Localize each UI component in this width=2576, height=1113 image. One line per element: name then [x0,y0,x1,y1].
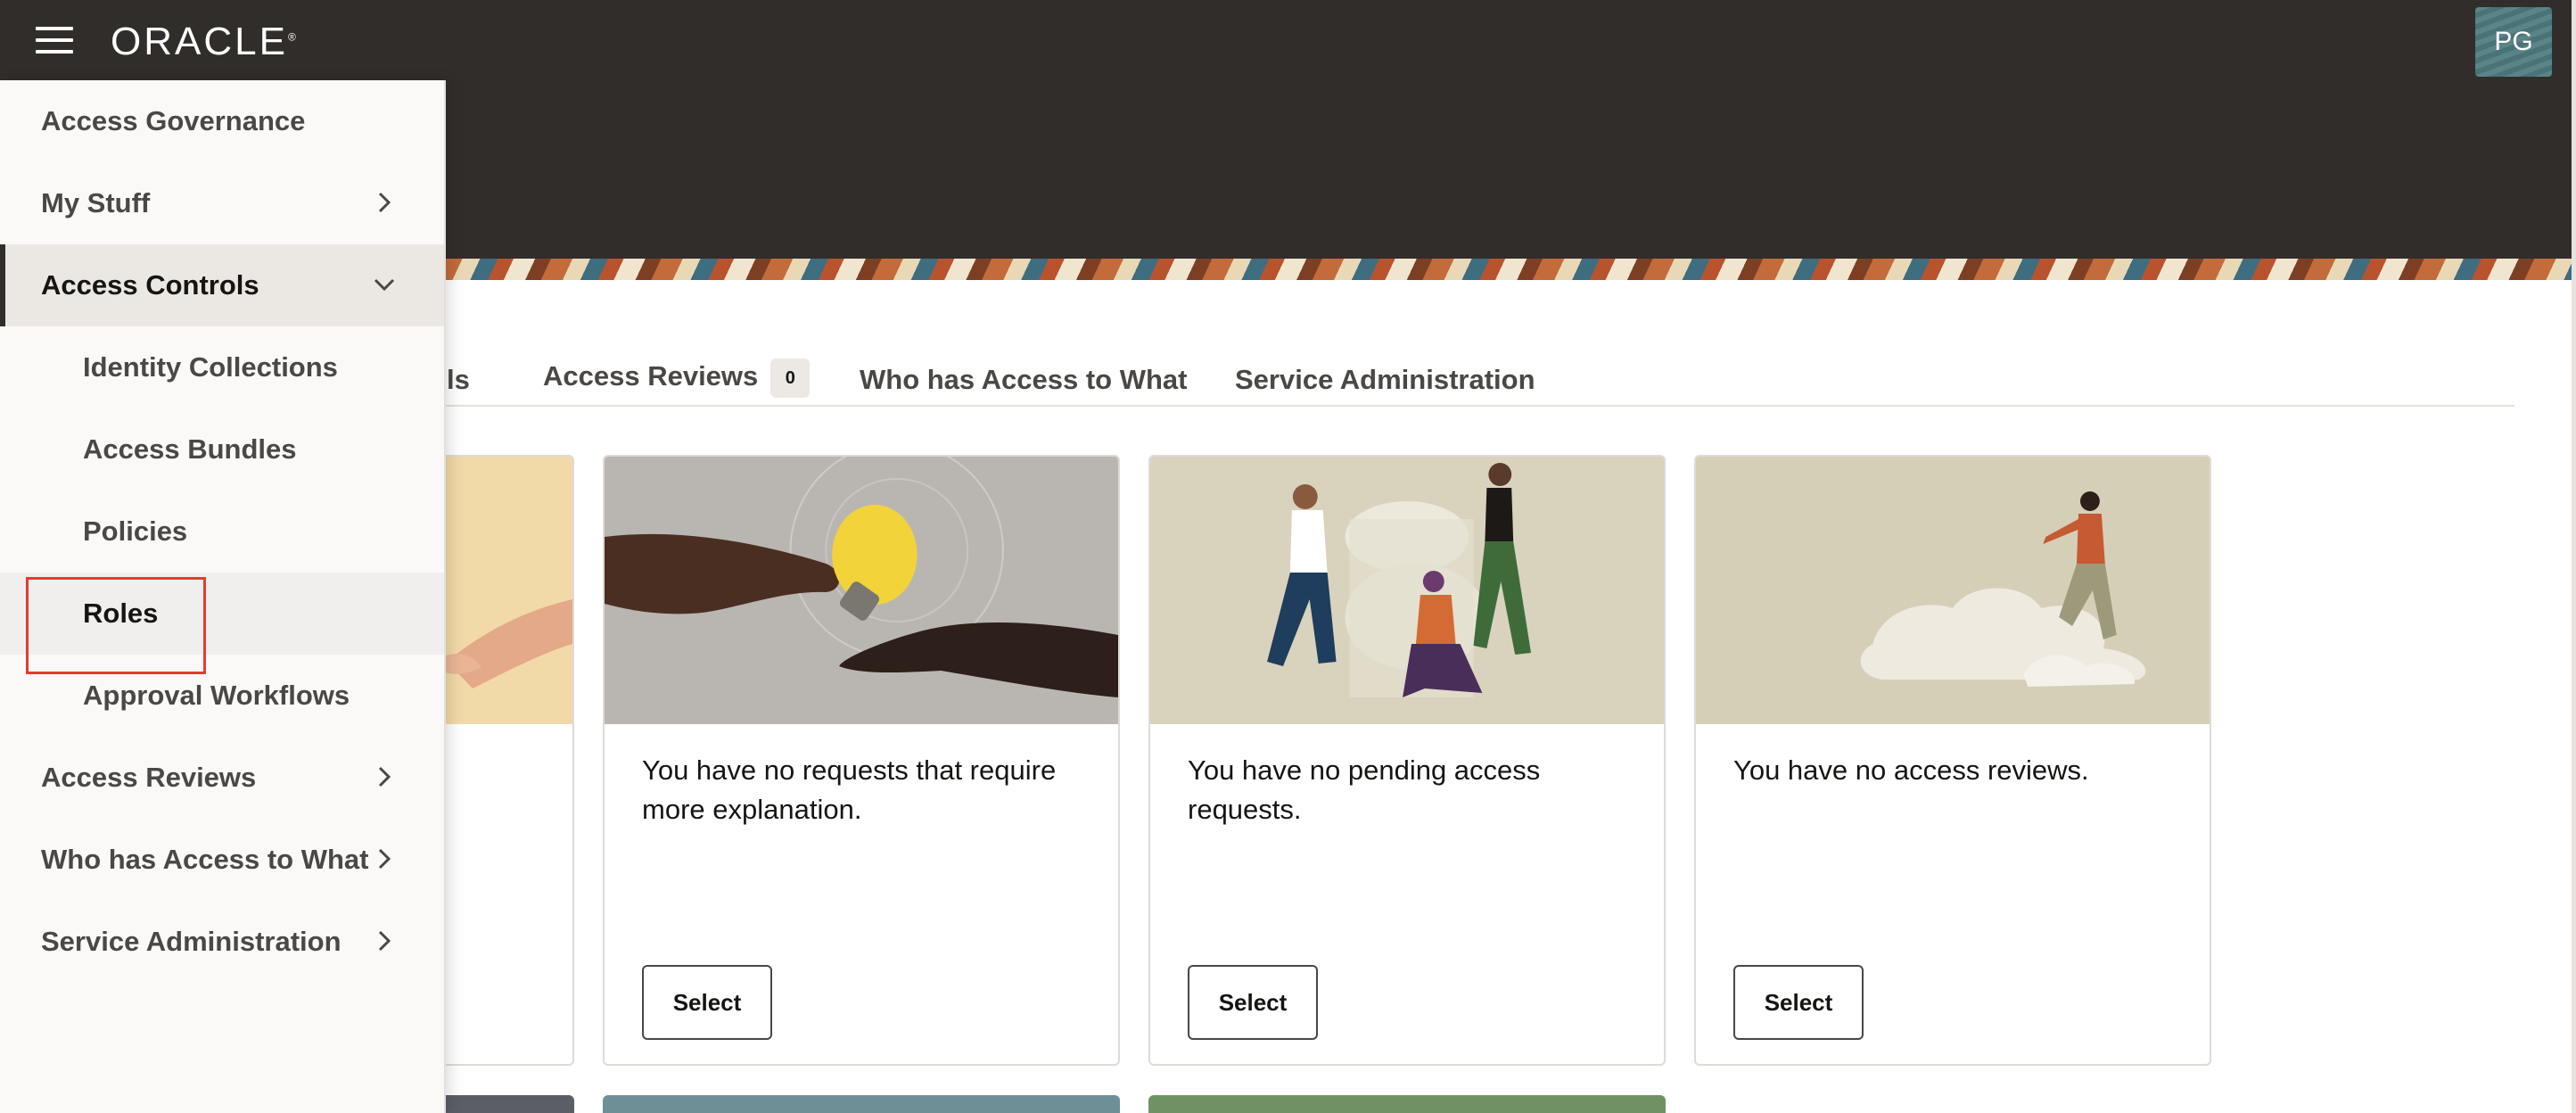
card-text: You have no requests that require more e… [642,754,1057,825]
card-text: You have no pending access requests. [1188,754,1541,825]
card-explanation-requests: You have no requests that require more e… [603,455,1120,1066]
chevron-right-icon [378,848,391,870]
card-text: You have no access reviews. [1733,754,2089,786]
tab-service-administration[interactable]: Service Administration [1235,364,1535,396]
menu-item-roles[interactable]: Roles [0,573,444,655]
menu-item-who-has-access[interactable]: Who has Access to What [0,819,444,901]
card-partial-bottom [1148,1095,1666,1113]
top-bar: ORACLE® PG [0,0,2572,80]
lightbulb-illustration [605,457,1118,724]
user-avatar[interactable]: PG [2475,7,2552,77]
hamburger-menu-icon[interactable] [36,27,73,55]
select-button[interactable]: Select [1733,965,1864,1040]
tab-access-reviews-label: Access Reviews [543,360,759,392]
select-button[interactable]: Select [642,965,772,1040]
chevron-down-icon [374,278,395,292]
chevron-right-icon [378,766,391,787]
card-partial-bottom [603,1095,1120,1113]
cloud-climber-illustration [1696,457,2210,724]
select-button[interactable]: Select [1188,965,1318,1040]
collaboration-illustration [1150,457,1664,724]
page-scrollbar-edge [2572,0,2576,1113]
menu-item-access-governance[interactable]: Access Governance [0,80,444,162]
card-access-reviews: You have no access reviews. Select [1694,455,2211,1066]
access-reviews-count-badge: 0 [770,359,811,398]
menu-item-my-stuff[interactable]: My Stuff [0,162,444,244]
menu-item-identity-collections[interactable]: Identity Collections [0,326,444,408]
tab-bar: rols Access Reviews0 Who has Access to W… [383,353,2514,407]
tab-access-reviews[interactable]: Access Reviews 0 [543,359,811,398]
menu-item-policies[interactable]: Policies [0,491,444,573]
menu-item-approval-workflows[interactable]: Approval Workflows [0,655,444,737]
navigation-drawer: Access Governance My Stuff Access Contro… [0,80,446,1113]
oracle-logo[interactable]: ORACLE® [111,20,296,64]
menu-item-access-reviews[interactable]: Access Reviews [0,737,444,819]
menu-item-access-bundles[interactable]: Access Bundles [0,408,444,491]
chevron-right-icon [378,192,391,213]
chevron-right-icon [378,930,391,952]
card-pending-access-requests: You have no pending access requests. Sel… [1148,455,1666,1066]
tab-who-has-access[interactable]: Who has Access to What [860,364,1187,396]
menu-item-service-administration[interactable]: Service Administration [0,901,444,983]
menu-item-access-controls[interactable]: Access Controls [0,244,444,326]
